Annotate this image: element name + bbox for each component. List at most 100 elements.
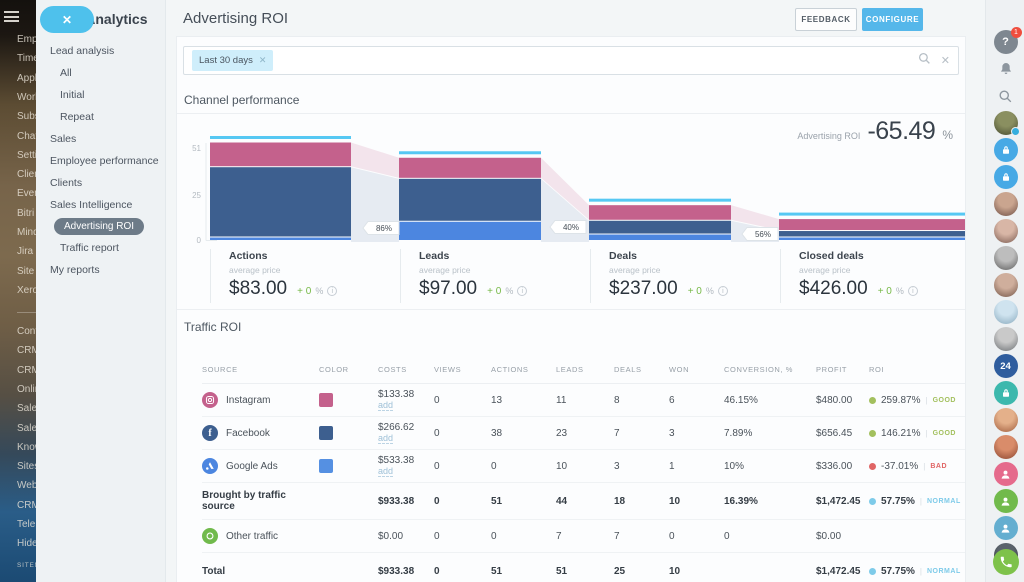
rail-item-telep-10[interactable]: Telep [17, 519, 36, 530]
sitemap-link[interactable]: SITEMA [17, 562, 36, 569]
rail-item-web-8[interactable]: Web [17, 480, 36, 491]
avatar[interactable] [994, 300, 1018, 324]
profit-cell: $656.45 [816, 428, 869, 439]
rail-item-clien[interactable]: Clien [17, 169, 36, 180]
svg-text:86%: 86% [376, 224, 392, 233]
leads-cell: 51 [556, 566, 614, 577]
person-icon[interactable] [994, 516, 1018, 540]
rail-item-emp[interactable]: Emp [17, 34, 36, 45]
rail-item-crm-9[interactable]: CRM [17, 500, 36, 511]
search-icon[interactable] [918, 52, 931, 70]
rail-item-chat[interactable]: Chat [17, 131, 36, 142]
rail-item-crm-2[interactable]: CRM [17, 365, 36, 376]
add-costs-link[interactable]: add [378, 433, 393, 444]
number-icon[interactable]: 24 [994, 354, 1018, 378]
rail-item-xero[interactable]: Xero [17, 285, 36, 296]
leads-cell: 44 [556, 496, 614, 507]
table-row-facebook[interactable]: fFacebook$266.62add03823737.89%$656.4514… [202, 417, 966, 450]
table-row-other-traffic[interactable]: Other traffic$0.00007700$0.00 [202, 520, 966, 553]
clear-filter-icon[interactable]: ✕ [941, 54, 950, 67]
menu-item-sales-intelligence[interactable]: Sales Intelligence [36, 194, 166, 216]
menu-item-advertising-roi[interactable]: Advertising ROI [36, 218, 166, 235]
help-icon[interactable]: ?1 [994, 30, 1018, 54]
rail-divider [17, 312, 36, 313]
rail-item-worl[interactable]: Worl [17, 92, 36, 103]
svg-text:40%: 40% [563, 223, 579, 232]
close-menu-button[interactable]: ✕ [40, 6, 94, 33]
add-costs-link[interactable]: add [378, 466, 393, 477]
rail-item-hide-11[interactable]: Hide [17, 538, 36, 549]
avatar[interactable] [994, 435, 1018, 459]
rail-item-sites-7[interactable]: Sites [17, 461, 36, 472]
info-icon[interactable]: i [327, 286, 337, 296]
rail-item-mind[interactable]: Mind [17, 227, 36, 238]
lock-icon[interactable] [994, 381, 1018, 405]
rail-item-appl[interactable]: Appl [17, 73, 36, 84]
filter-search-bar[interactable]: Last 30 days ✕ ✕ [183, 46, 959, 75]
menu-item-my-reports[interactable]: My reports [36, 259, 166, 281]
stat-label: Deals [609, 250, 771, 262]
bell-icon[interactable] [994, 57, 1018, 81]
stat-label: Closed deals [799, 250, 963, 262]
color-swatch[interactable] [319, 426, 333, 440]
add-costs-link[interactable]: add [378, 400, 393, 411]
info-icon[interactable]: i [908, 286, 918, 296]
actions-cell: 38 [491, 428, 556, 439]
feedback-button[interactable]: FEEDBACK [795, 8, 857, 31]
rail-item-bitri[interactable]: Bitri [17, 208, 36, 219]
rail-item-setti[interactable]: Setti [17, 150, 36, 161]
person-icon[interactable] [994, 462, 1018, 486]
lock-icon[interactable] [994, 138, 1018, 162]
rail-item-site[interactable]: Site [17, 266, 36, 277]
rail-item-crm-1[interactable]: CRM [17, 345, 36, 356]
avatar[interactable] [994, 111, 1018, 135]
table-row-google-ads[interactable]: Google Ads$533.38add00103110%$336.00-37.… [202, 450, 966, 483]
app-window: Emp Time Appl Worl Subs Chat Setti Clien Even Bit… [0, 0, 1024, 582]
table-row-total[interactable]: Total$933.38051512510$1,472.4557.75%|NOR… [202, 553, 966, 582]
menu-item-initial[interactable]: Initial [36, 84, 166, 106]
rail-item-even[interactable]: Even [17, 188, 36, 199]
filter-chip[interactable]: Last 30 days ✕ [192, 50, 273, 71]
menu-item-clients[interactable]: Clients [36, 172, 166, 194]
table-row-instagram[interactable]: Instagram$133.38add013118646.15%$480.002… [202, 384, 966, 417]
rail-item-know-6[interactable]: Know [17, 442, 36, 453]
roi-status-dot [869, 568, 876, 575]
column-header-leads: LEADS [556, 365, 614, 374]
lock-icon[interactable] [994, 165, 1018, 189]
avatar[interactable] [994, 246, 1018, 270]
section-title-traffic-roi: Traffic ROI [184, 320, 241, 334]
configure-button[interactable]: CONFIGURE [862, 8, 923, 31]
table-row-brought-by-traffic-source[interactable]: Brought by traffic source$933.3805144181… [202, 483, 966, 520]
avatar[interactable] [994, 408, 1018, 432]
views-cell: 0 [434, 496, 491, 507]
hamburger-menu-icon[interactable] [4, 11, 19, 22]
chip-remove-icon[interactable]: ✕ [259, 55, 267, 66]
avatar[interactable] [994, 273, 1018, 297]
menu-item-all[interactable]: All [36, 62, 166, 84]
avatar[interactable] [994, 327, 1018, 351]
search-icon[interactable] [994, 84, 1018, 108]
phone-call-button[interactable] [993, 549, 1019, 575]
rail-item-sales-5[interactable]: Sales [17, 423, 36, 434]
avatar[interactable] [994, 219, 1018, 243]
menu-item-employee-performance[interactable]: Employee performance [36, 150, 166, 172]
rail-item-time[interactable]: Time [17, 53, 36, 64]
color-cell [319, 393, 378, 407]
avatar[interactable] [994, 192, 1018, 216]
rail-item-jira-i[interactable]: Jira I [17, 246, 36, 257]
color-swatch[interactable] [319, 459, 333, 473]
rail-item-sales-4[interactable]: Sales [17, 403, 36, 414]
rail-item-cont-0[interactable]: Cont [17, 326, 36, 337]
rail-item-onlin-3[interactable]: Onlin [17, 384, 36, 395]
menu-item-lead-analysis[interactable]: Lead analysis [36, 40, 166, 62]
info-icon[interactable]: i [517, 286, 527, 296]
person-icon[interactable] [994, 489, 1018, 513]
menu-item-traffic-report[interactable]: Traffic report [36, 237, 166, 259]
rail-item-subs[interactable]: Subs [17, 111, 36, 122]
menu-item-repeat[interactable]: Repeat [36, 106, 166, 128]
menu-item-sales[interactable]: Sales [36, 128, 166, 150]
info-icon[interactable]: i [718, 286, 728, 296]
camera-badge-icon [1011, 127, 1020, 136]
deals-cell: 7 [614, 531, 669, 542]
color-swatch[interactable] [319, 393, 333, 407]
